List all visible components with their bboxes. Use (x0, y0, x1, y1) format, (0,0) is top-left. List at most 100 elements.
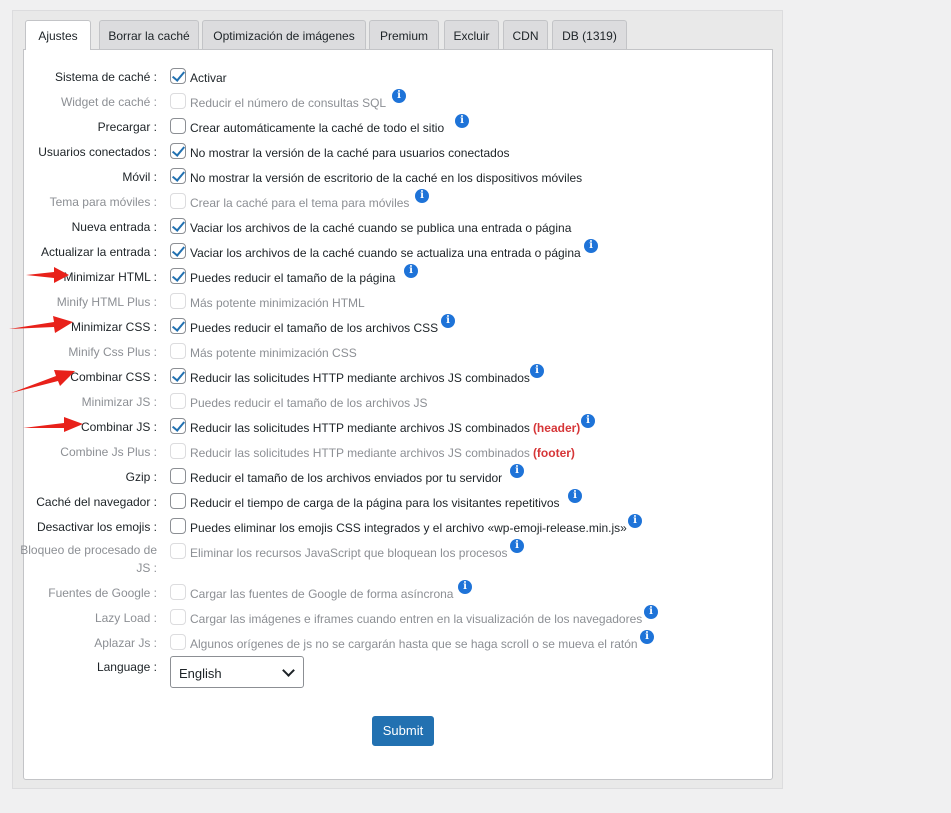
chevron-down-icon (282, 664, 295, 677)
tab-excluir[interactable]: Excluir (444, 20, 499, 49)
setting-row: Minify Css Plus : Más potente minimizació… (0, 341, 751, 365)
checkmark-icon (171, 243, 186, 257)
setting-label: Minify Css Plus : (68, 345, 157, 359)
info-icon[interactable]: i (455, 114, 469, 128)
setting-description: Vaciar los archivos de la caché cuando s… (190, 221, 571, 235)
setting-checkbox[interactable] (170, 168, 186, 184)
setting-description-text: Más potente minimización CSS (190, 346, 357, 360)
setting-label: Combinar JS : (80, 420, 157, 434)
setting-row: Nueva entrada : Vaciar los archivos de la… (0, 216, 751, 240)
setting-description-text: Crear automáticamente la caché de todo e… (190, 121, 445, 135)
setting-checkbox (170, 584, 186, 600)
setting-checkbox (170, 93, 186, 109)
setting-description-text: Reducir el número de consultas SQL (190, 96, 387, 110)
language-select[interactable]: English (170, 656, 304, 688)
setting-description: Eliminar los recursos JavaScript que blo… (190, 546, 508, 560)
position-tag: (header) (532, 421, 581, 435)
info-icon[interactable]: i (568, 489, 582, 503)
checkmark-icon (171, 418, 186, 432)
setting-description-text: No mostrar la versión de la caché para u… (190, 146, 510, 160)
red-arrow-icon (26, 267, 69, 283)
setting-label: Actualizar la entrada : (40, 245, 157, 259)
setting-row: Minify HTML Plus : Más potente minimizaci… (0, 291, 751, 315)
info-icon[interactable]: i (584, 239, 598, 253)
info-icon[interactable]: i (530, 364, 544, 378)
setting-description: Reducir el número de consultas SQL (190, 96, 386, 110)
setting-label: Minimizar JS : (81, 395, 157, 409)
setting-checkbox (170, 193, 186, 209)
setting-checkbox[interactable] (170, 218, 186, 234)
setting-description: Activar (190, 71, 227, 85)
setting-checkbox[interactable] (170, 468, 186, 484)
info-icon[interactable]: i (392, 89, 406, 103)
language-value: English (179, 666, 222, 681)
tab-cdn[interactable]: CDN (503, 20, 548, 49)
setting-checkbox[interactable] (170, 118, 186, 134)
setting-description: Reducir el tiempo de carga de la página … (190, 496, 560, 510)
setting-checkbox[interactable] (170, 368, 186, 384)
red-arrow-icon (9, 316, 73, 333)
setting-description-text: Cargar las imágenes e iframes cuando ent… (190, 612, 643, 626)
submit-button[interactable]: Submit (372, 716, 434, 746)
info-icon[interactable]: i (644, 605, 658, 619)
setting-description-text: Puedes eliminar los emojis CSS integrado… (190, 521, 627, 535)
setting-description: Cargar las imágenes e iframes cuando ent… (190, 612, 642, 626)
setting-row: Widget de caché : Reducir el número de co… (0, 89, 751, 115)
setting-checkbox[interactable] (170, 418, 186, 434)
setting-description-text: Reducir el tiempo de carga de la página … (190, 496, 560, 510)
setting-label: Minify HTML Plus : (56, 295, 157, 309)
setting-description: Reducir las solicitudes HTTP mediante ar… (190, 446, 575, 460)
tab-premium[interactable]: Premium (369, 20, 439, 49)
setting-row: Minimizar HTML : Puedes reducir el tamaño… (0, 264, 751, 290)
info-icon[interactable]: i (415, 189, 429, 203)
tab-borrar-cache[interactable]: Borrar la caché (99, 20, 199, 49)
info-icon[interactable]: i (640, 630, 654, 644)
setting-checkbox[interactable] (170, 268, 186, 284)
checkmark-icon (171, 318, 186, 332)
setting-description-text: Más potente minimización HTML (190, 296, 365, 310)
info-icon[interactable]: i (628, 514, 642, 528)
setting-description: Puedes reducir el tamaño de la página (190, 271, 395, 285)
info-icon[interactable]: i (458, 580, 472, 594)
info-icon[interactable]: i (581, 414, 595, 428)
setting-row: Fuentes de Google : Cargar las fuentes de… (0, 580, 751, 606)
setting-description: Crear automáticamente la caché de todo e… (190, 121, 444, 135)
setting-checkbox[interactable] (170, 518, 186, 534)
setting-description-text: Reducir el tamaño de los archivos enviad… (190, 471, 503, 485)
setting-label: Caché del navegador : (36, 495, 157, 509)
setting-row: Precargar : Crear automáticamente la cach… (0, 114, 751, 140)
setting-label: Bloqueo de procesado de JS : (20, 543, 157, 575)
setting-description-text: Reducir las solicitudes HTTP mediante ar… (190, 421, 530, 435)
info-icon[interactable]: i (510, 464, 524, 478)
setting-description-text: Puedes reducir el tamaño de los archivos… (190, 396, 428, 410)
setting-checkbox (170, 609, 186, 625)
setting-row: Aplazar Js : Algunos orígenes de js no se… (0, 630, 751, 656)
setting-checkbox[interactable] (170, 318, 186, 334)
setting-description: Reducir las solicitudes HTTP mediante ar… (190, 371, 530, 385)
tab-db[interactable]: DB (1319) (552, 20, 627, 49)
checkmark-icon (171, 68, 186, 82)
setting-row: Desactivar los emojis : Puedes eliminar l… (0, 514, 751, 540)
setting-checkbox[interactable] (170, 243, 186, 259)
setting-label: Minimizar CSS : (70, 320, 157, 334)
info-icon[interactable]: i (510, 539, 524, 553)
setting-description: Cargar las fuentes de Google de forma as… (190, 587, 453, 601)
setting-checkbox[interactable] (170, 143, 186, 159)
setting-row: Combinar CSS : Reducir las solicitudes HT… (0, 364, 751, 390)
setting-row: Combinar JS : Reducir las solicitudes HTT… (0, 414, 751, 440)
setting-label: Lazy Load : (94, 611, 157, 625)
info-icon[interactable]: i (404, 264, 418, 278)
setting-checkbox[interactable] (170, 68, 186, 84)
setting-description: Puedes reducir el tamaño de los archivos… (190, 396, 427, 410)
info-icon[interactable]: i (441, 314, 455, 328)
setting-row: Bloqueo de procesado de JS : Eliminar los… (0, 539, 751, 575)
setting-label: Nueva entrada : (71, 220, 157, 234)
setting-label: Tema para móviles : (49, 195, 157, 209)
tab-optimizacion-imagenes[interactable]: Optimización de imágenes (202, 20, 366, 49)
setting-description-text: Algunos orígenes de js no se cargarán ha… (190, 637, 638, 651)
setting-checkbox[interactable] (170, 493, 186, 509)
tab-ajustes[interactable]: Ajustes (25, 20, 91, 50)
checkmark-icon (171, 218, 186, 232)
checkmark-icon (171, 368, 186, 382)
setting-label: Sistema de caché : (54, 70, 157, 84)
